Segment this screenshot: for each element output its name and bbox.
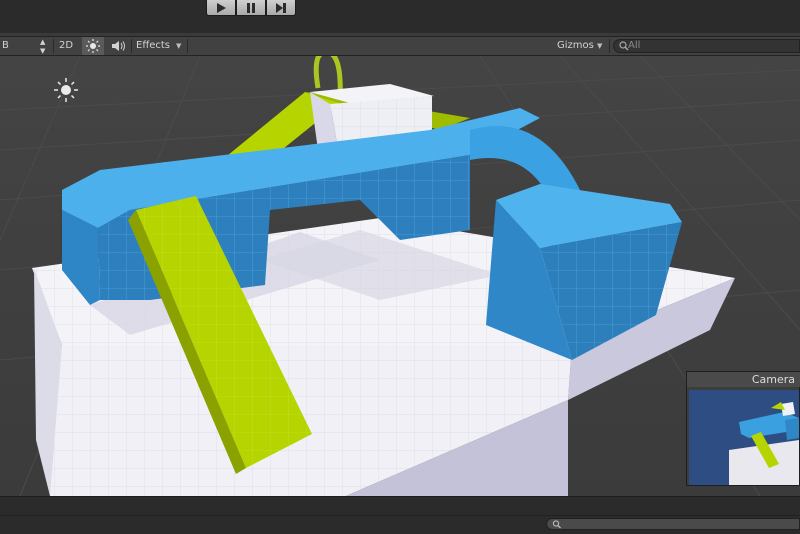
- chevron-down-icon: ▼: [597, 42, 603, 50]
- camera-preview-panel: Camera: [686, 371, 800, 486]
- project-search-input[interactable]: [546, 518, 800, 530]
- camera-preview-title: Camera: [687, 372, 800, 387]
- sun-icon: [86, 39, 100, 53]
- play-icon: [217, 2, 226, 13]
- divider: [0, 515, 800, 516]
- step-button[interactable]: [266, 0, 296, 16]
- gizmos-dropdown[interactable]: Gizmos ▼: [557, 37, 609, 55]
- playback-controls: [206, 0, 296, 16]
- pause-icon: [247, 2, 255, 13]
- search-placeholder: All: [628, 40, 641, 51]
- scene-toolbar: B ▲ ▼ 2D Effects ▼ Gizmos ▼ All: [0, 36, 800, 56]
- search-icon: [552, 520, 561, 529]
- scene-viewport[interactable]: Camera: [0, 56, 800, 496]
- scene-audio-toggle[interactable]: [107, 37, 129, 55]
- effects-label: Effects: [136, 40, 170, 51]
- hierarchy-search-input[interactable]: All: [613, 39, 800, 53]
- 2d-toggle-label: 2D: [59, 40, 74, 51]
- gizmos-label: Gizmos: [557, 40, 594, 51]
- step-icon: [276, 2, 286, 13]
- effects-dropdown[interactable]: Effects ▼: [136, 37, 186, 55]
- bottom-panel: [0, 496, 800, 534]
- scene-lighting-toggle[interactable]: [82, 37, 104, 55]
- camera-preview-view: [689, 390, 799, 485]
- shading-mode-dropdown[interactable]: B ▲ ▼: [2, 37, 50, 55]
- shading-mode-label: B: [2, 40, 9, 51]
- speaker-icon: [112, 41, 125, 51]
- dropdown-arrows-icon: ▲ ▼: [40, 38, 46, 55]
- chevron-down-icon: ▼: [176, 42, 182, 50]
- scene-render: [0, 56, 800, 496]
- 2d-toggle-button[interactable]: 2D: [59, 37, 81, 55]
- camera-preview-render: [729, 402, 799, 485]
- pause-button[interactable]: [236, 0, 266, 16]
- play-button[interactable]: [206, 0, 236, 16]
- main-toolbar: [0, 0, 800, 33]
